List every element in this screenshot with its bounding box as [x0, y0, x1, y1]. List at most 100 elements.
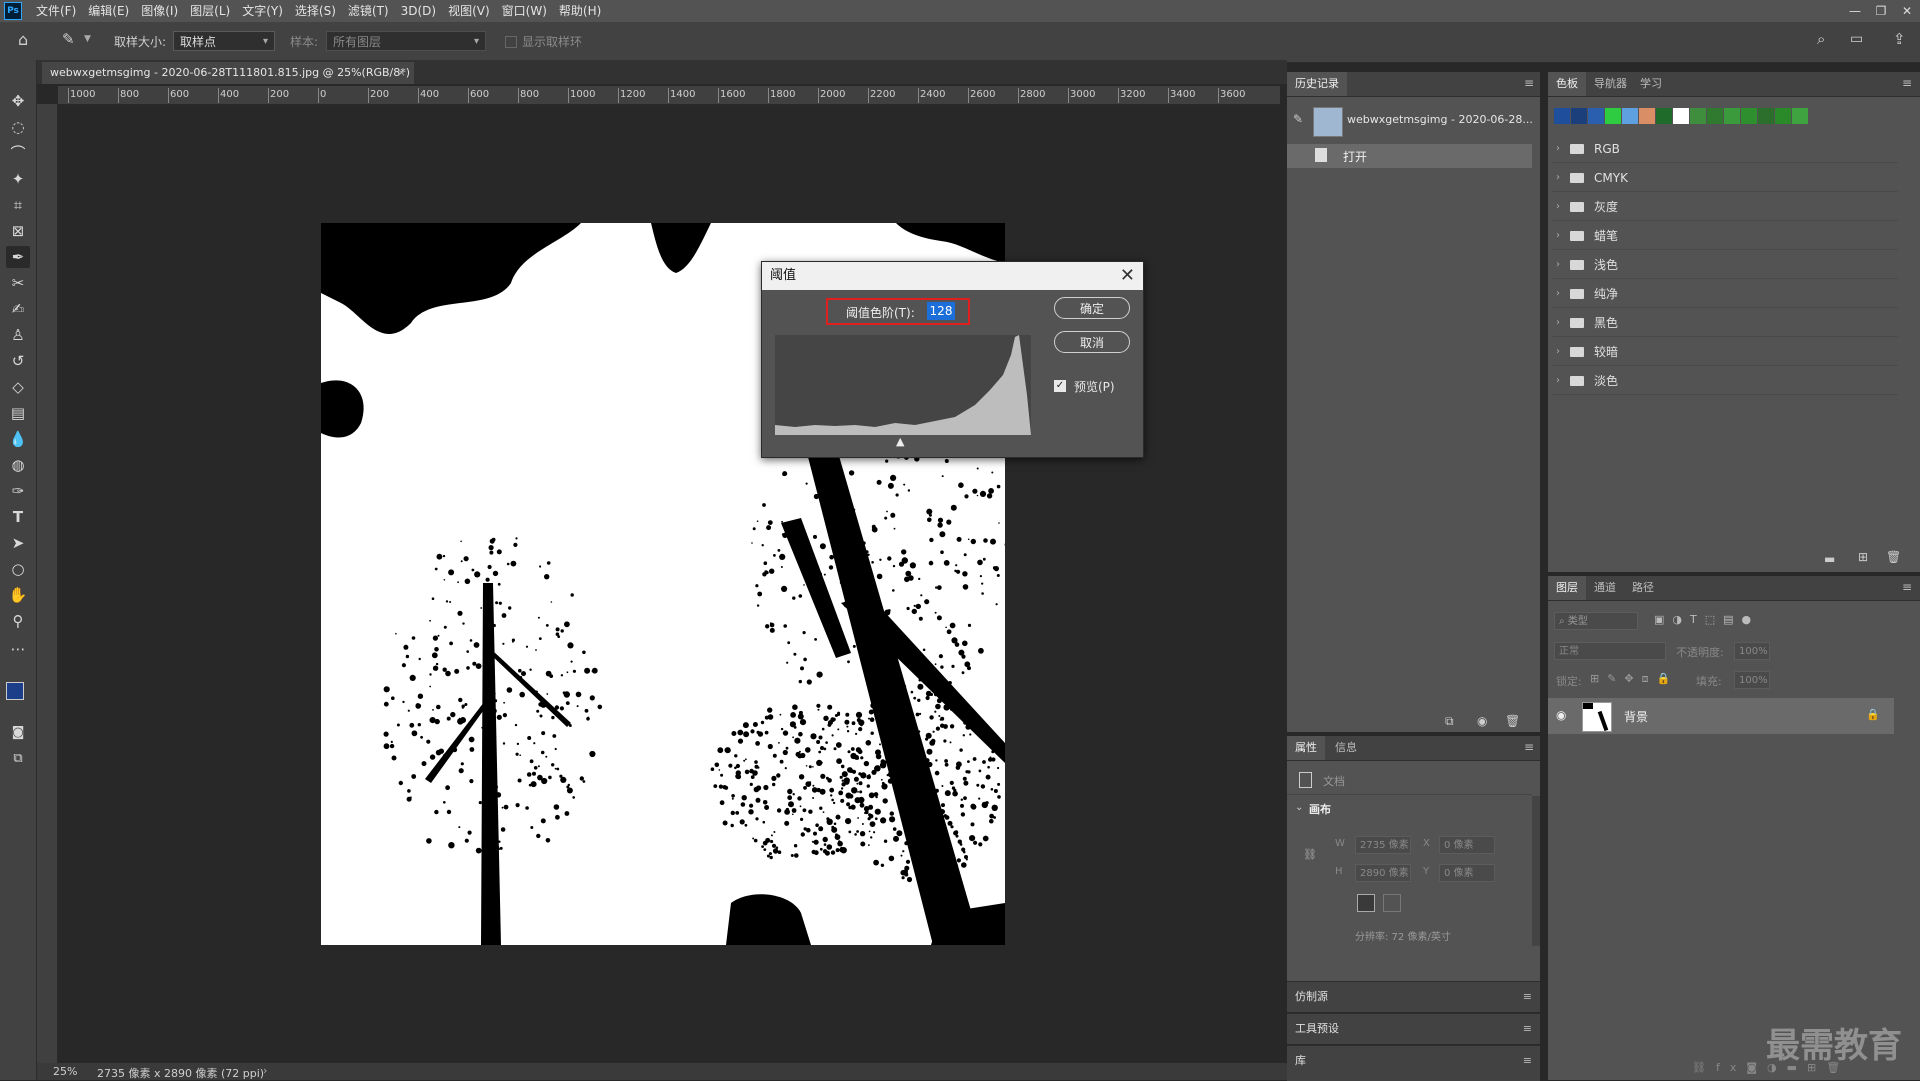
x-field[interactable]: 0 像素: [1439, 836, 1495, 854]
quick-mask-icon[interactable]: ◙: [6, 722, 30, 744]
tab-channels[interactable]: 通道: [1586, 576, 1624, 600]
panel-menu-icon[interactable]: ≡: [1524, 76, 1534, 90]
tab-properties[interactable]: 属性: [1287, 736, 1325, 760]
frame-tool-icon[interactable]: ⊠: [6, 220, 30, 242]
opacity-field[interactable]: 100%: [1734, 642, 1770, 660]
swatch[interactable]: [1673, 108, 1689, 124]
swatch[interactable]: [1656, 108, 1672, 124]
magic-wand-tool-icon[interactable]: ✦: [6, 168, 30, 190]
tab-info[interactable]: 信息: [1327, 736, 1365, 760]
link-icon[interactable]: ⛓: [1303, 848, 1317, 861]
lock-icon[interactable]: 🔒: [1866, 708, 1880, 721]
swatch[interactable]: [1741, 108, 1757, 124]
swatch[interactable]: [1690, 108, 1706, 124]
tab-history[interactable]: 历史记录: [1287, 72, 1347, 96]
close-window-button[interactable]: ✕: [1894, 4, 1920, 18]
threshold-level-input[interactable]: 128: [927, 302, 955, 320]
lasso-tool-icon[interactable]: ⌒: [6, 142, 30, 164]
eyedropper-tool-icon[interactable]: ✒: [6, 246, 30, 268]
new-swatch-icon[interactable]: ⊞: [1858, 550, 1868, 564]
tab-swatches[interactable]: 色板: [1548, 72, 1586, 96]
layer-filter-icons[interactable]: ▣◑T⬚▤●: [1654, 613, 1759, 626]
gradient-tool-icon[interactable]: ▤: [6, 402, 30, 424]
menu-edit[interactable]: 编辑(E): [82, 0, 135, 22]
foreground-color-swatch[interactable]: [6, 682, 24, 700]
workspace-icon[interactable]: ▭: [1850, 31, 1863, 47]
threshold-slider-handle[interactable]: ▲: [896, 435, 904, 448]
clone-source-panel[interactable]: 仿制源 ≡: [1287, 981, 1540, 1012]
lock-icons[interactable]: ⊞✎✥⧈🔒: [1590, 672, 1678, 686]
portrait-orientation-icon[interactable]: [1357, 894, 1375, 912]
minimize-button[interactable]: —: [1842, 4, 1868, 18]
swatch-group-pure[interactable]: ›纯净: [1552, 281, 1898, 308]
new-group-icon[interactable]: ▬: [1824, 552, 1835, 566]
layer-row[interactable]: ◉ 背景 🔒: [1548, 698, 1894, 734]
eyedropper-tool-icon[interactable]: ✎: [62, 30, 75, 48]
chevron-right-icon[interactable]: ›: [263, 1064, 267, 1077]
show-ring-checkbox[interactable]: [505, 36, 517, 48]
swatch[interactable]: [1554, 108, 1570, 124]
document-tab[interactable]: webwxgetmsgimg - 2020-06-28T111801.815.j…: [42, 62, 414, 84]
tab-layers[interactable]: 图层: [1548, 576, 1586, 600]
history-snapshot[interactable]: ✎ webwxgetmsgimg - 2020-06-28...: [1287, 104, 1540, 138]
fill-field[interactable]: 100%: [1734, 671, 1770, 689]
eye-icon[interactable]: ◉: [1556, 708, 1566, 722]
ellipse-tool-icon[interactable]: ○: [6, 558, 30, 580]
panel-menu-icon[interactable]: ≡: [1902, 76, 1912, 90]
zoom-tool-icon[interactable]: ⚲: [6, 610, 30, 632]
camera-icon[interactable]: ◉: [1477, 714, 1487, 728]
pen-tool-icon[interactable]: ✑: [6, 480, 30, 502]
menu-type[interactable]: 文字(Y): [236, 0, 289, 22]
crop-tool-icon[interactable]: ⌗: [6, 194, 30, 216]
history-state[interactable]: 打开: [1287, 144, 1532, 168]
swatch[interactable]: [1622, 108, 1638, 124]
swatch[interactable]: [1571, 108, 1587, 124]
swatch-group-rgb[interactable]: ›RGB: [1552, 136, 1898, 163]
blur-tool-icon[interactable]: 💧: [6, 428, 30, 450]
trash-icon[interactable]: 🗑: [1505, 714, 1520, 728]
menu-view[interactable]: 视图(V): [442, 0, 496, 22]
swatch-group-black[interactable]: ›黑色: [1552, 310, 1898, 337]
share-icon[interactable]: ⇪: [1893, 30, 1906, 48]
close-tab-icon[interactable]: ×: [397, 62, 406, 84]
path-selection-tool-icon[interactable]: ➤: [6, 532, 30, 554]
menu-layer[interactable]: 图层(L): [184, 0, 236, 22]
swatch[interactable]: [1588, 108, 1604, 124]
menu-filter[interactable]: 滤镜(T): [342, 0, 395, 22]
panel-menu-icon[interactable]: ≡: [1523, 1046, 1532, 1076]
tab-paths[interactable]: 路径: [1624, 576, 1662, 600]
photoshop-logo-icon[interactable]: Ps: [4, 2, 22, 20]
tab-navigator[interactable]: 导航器: [1586, 72, 1635, 96]
swatch[interactable]: [1639, 108, 1655, 124]
healing-brush-tool-icon[interactable]: ✂: [6, 272, 30, 294]
brush-tool-icon[interactable]: ✍: [6, 298, 30, 320]
cancel-button[interactable]: 取消: [1054, 331, 1130, 353]
zoom-level[interactable]: 25%: [53, 1065, 77, 1078]
height-field[interactable]: 2890 像素: [1355, 864, 1411, 882]
swatch-group-light[interactable]: ›浅色: [1552, 252, 1898, 279]
screen-mode-icon[interactable]: ⧉: [6, 748, 30, 770]
home-icon[interactable]: ⌂: [18, 30, 28, 49]
swatch-group-cmyk[interactable]: ›CMYK: [1552, 165, 1898, 192]
history-brush-source-icon[interactable]: ✎: [1293, 112, 1303, 126]
swatch[interactable]: [1792, 108, 1808, 124]
trash-icon[interactable]: 🗑: [1886, 550, 1901, 564]
type-tool-icon[interactable]: T: [6, 506, 30, 528]
menu-window[interactable]: 窗口(W): [496, 0, 553, 22]
chevron-down-icon[interactable]: ⌄: [1295, 802, 1303, 813]
swatch-group-gray[interactable]: ›灰度: [1552, 194, 1898, 221]
new-document-from-state-icon[interactable]: ⧉: [1445, 714, 1454, 729]
menu-select[interactable]: 选择(S): [289, 0, 342, 22]
restore-button[interactable]: ❐: [1868, 4, 1894, 18]
swatch[interactable]: [1758, 108, 1774, 124]
menu-help[interactable]: 帮助(H): [553, 0, 607, 22]
menu-3d[interactable]: 3D(D): [395, 0, 442, 22]
close-icon[interactable]: ✕: [1120, 262, 1135, 290]
panel-menu-icon[interactable]: ≡: [1902, 580, 1912, 594]
chevron-down-icon[interactable]: ▼: [84, 34, 91, 44]
swatch-group-darker[interactable]: ›较暗: [1552, 339, 1898, 366]
more-tools-icon[interactable]: ⋯: [6, 638, 30, 660]
dodge-tool-icon[interactable]: ◍: [6, 454, 30, 476]
search-icon[interactable]: ⌕: [1817, 30, 1825, 48]
landscape-orientation-icon[interactable]: [1383, 894, 1401, 912]
